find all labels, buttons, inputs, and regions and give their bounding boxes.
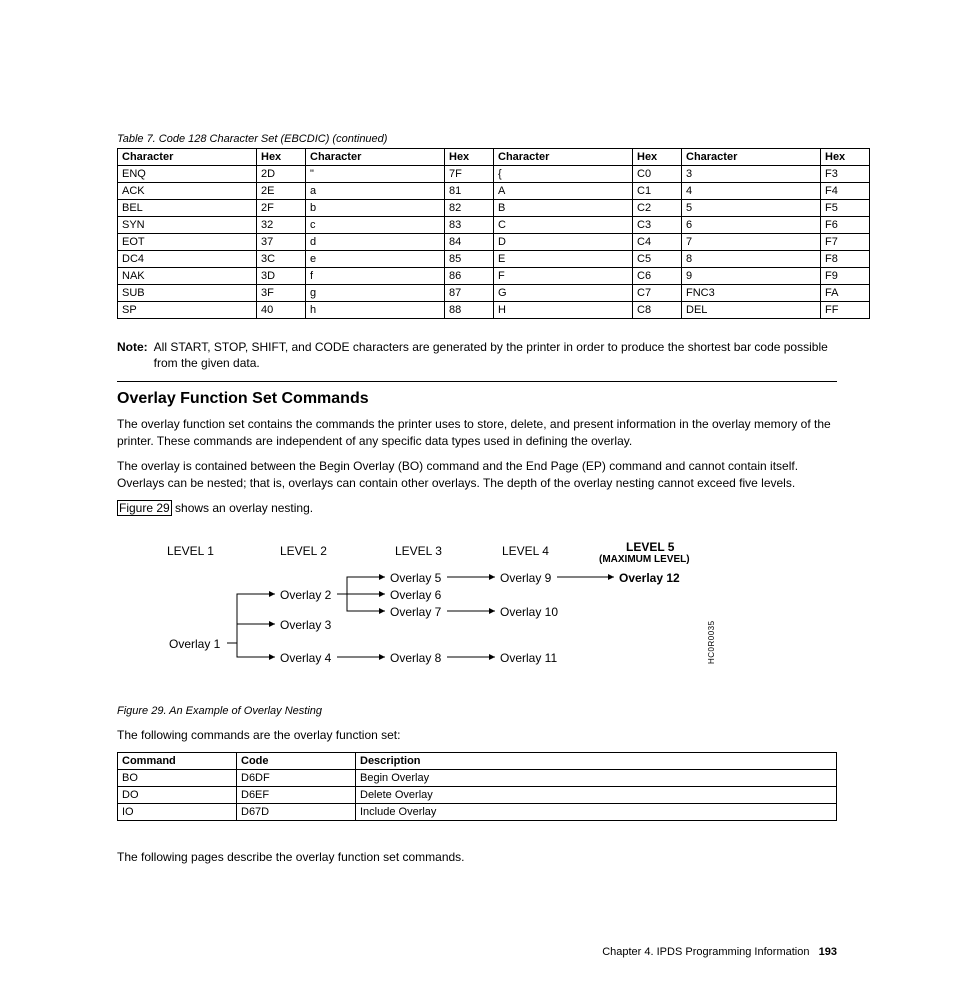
table-header: Character bbox=[118, 149, 257, 166]
table-row: DC43Ce85EC58F8 bbox=[118, 251, 870, 268]
table-header: Hex bbox=[445, 149, 494, 166]
overlay4-node: Overlay 4 bbox=[280, 651, 331, 665]
table-header: Command bbox=[118, 753, 237, 770]
paragraph-4: The following commands are the overlay f… bbox=[117, 727, 837, 744]
overlay-nesting-diagram: LEVEL 1 LEVEL 2 LEVEL 3 LEVEL 4 LEVEL 5 … bbox=[147, 534, 787, 699]
note-text: All START, STOP, SHIFT, and CODE charact… bbox=[154, 339, 837, 371]
overlay10-node: Overlay 10 bbox=[500, 605, 558, 619]
paragraph-5: The following pages describe the overlay… bbox=[117, 849, 837, 866]
overlay11-node: Overlay 11 bbox=[500, 651, 557, 665]
table-row: BEL2Fb82BC25F5 bbox=[118, 200, 870, 217]
overlay9-node: Overlay 9 bbox=[500, 571, 551, 585]
table-row: BOD6DFBegin Overlay bbox=[118, 770, 837, 787]
table-row: ACK2Ea81AC14F4 bbox=[118, 183, 870, 200]
table-header: Character bbox=[306, 149, 445, 166]
table-row: SYN32c83CC36F6 bbox=[118, 217, 870, 234]
level5-heading: LEVEL 5 bbox=[626, 540, 674, 554]
overlay6-node: Overlay 6 bbox=[390, 588, 441, 602]
table-row: SP40h88HC8DELFF bbox=[118, 302, 870, 319]
table-row: ENQ2D"7F{C03F3 bbox=[118, 166, 870, 183]
footer-chapter: Chapter 4. IPDS Programming Information bbox=[602, 946, 809, 958]
code128-table: CharacterHexCharacterHexCharacterHexChar… bbox=[117, 148, 870, 319]
table-row: EOT37d84DC47F7 bbox=[118, 234, 870, 251]
level2-heading: LEVEL 2 bbox=[280, 544, 327, 558]
paragraph-3: Figure 29 shows an overlay nesting. bbox=[117, 500, 837, 517]
paragraph-1: The overlay function set contains the co… bbox=[117, 416, 837, 450]
figure-reference-link[interactable]: Figure 29 bbox=[117, 500, 172, 516]
level3-heading: LEVEL 3 bbox=[395, 544, 442, 558]
table-header: Character bbox=[682, 149, 821, 166]
overlay7-node: Overlay 7 bbox=[390, 605, 441, 619]
table-header: Hex bbox=[633, 149, 682, 166]
table-header: Hex bbox=[821, 149, 870, 166]
overlay3-node: Overlay 3 bbox=[280, 618, 331, 632]
overlay-commands-table: CommandCodeDescription BOD6DFBegin Overl… bbox=[117, 752, 837, 821]
table-header: Code bbox=[237, 753, 356, 770]
section-heading: Overlay Function Set Commands bbox=[117, 390, 837, 408]
overlay2-node: Overlay 2 bbox=[280, 588, 331, 602]
table-row: IOD67DInclude Overlay bbox=[118, 804, 837, 821]
overlay1-node: Overlay 1 bbox=[169, 637, 220, 651]
section-rule bbox=[117, 381, 837, 382]
table-row: SUB3Fg87GC7FNC3FA bbox=[118, 285, 870, 302]
footer-page-number: 193 bbox=[819, 946, 837, 958]
paragraph-2: The overlay is contained between the Beg… bbox=[117, 458, 837, 492]
note-label: Note: bbox=[117, 339, 154, 371]
table1-caption: Table 7. Code 128 Character Set (EBCDIC)… bbox=[117, 133, 837, 145]
table-row: DOD6EFDelete Overlay bbox=[118, 787, 837, 804]
page-footer: Chapter 4. IPDS Programming Information … bbox=[117, 946, 837, 958]
max-level-note: (MAXIMUM LEVEL) bbox=[599, 554, 690, 565]
level1-heading: LEVEL 1 bbox=[167, 544, 214, 558]
diagram-code: HC0R0035 bbox=[707, 621, 716, 665]
overlay12-node: Overlay 12 bbox=[619, 571, 680, 585]
table-header: Description bbox=[356, 753, 837, 770]
level4-heading: LEVEL 4 bbox=[502, 544, 549, 558]
overlay8-node: Overlay 8 bbox=[390, 651, 441, 665]
overlay5-node: Overlay 5 bbox=[390, 571, 441, 585]
table-row: NAK3Df86FC69F9 bbox=[118, 268, 870, 285]
table-header: Hex bbox=[257, 149, 306, 166]
paragraph-3-suffix: shows an overlay nesting. bbox=[172, 501, 313, 515]
table-header: Character bbox=[494, 149, 633, 166]
figure-caption: Figure 29. An Example of Overlay Nesting bbox=[117, 705, 837, 717]
